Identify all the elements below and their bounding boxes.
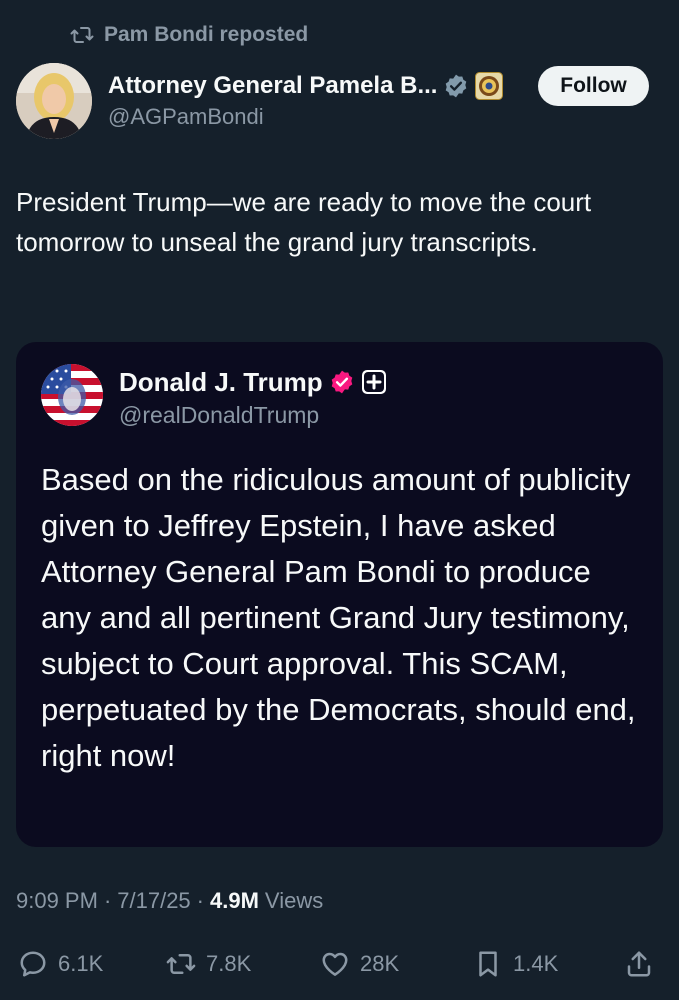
share-button[interactable] — [624, 940, 654, 988]
quoted-author-name[interactable]: Donald J. Trump — [119, 367, 323, 398]
verified-pink-badge-icon[interactable] — [329, 369, 355, 395]
author-name[interactable]: Attorney General Pamela B... — [108, 72, 437, 100]
author-avatar[interactable] — [16, 63, 92, 139]
bookmark-icon — [479, 951, 497, 977]
post-text: President Trump—we are ready to move the… — [16, 187, 592, 257]
flag-portrait-image — [41, 364, 103, 426]
follow-button[interactable]: Follow — [538, 66, 649, 106]
quoted-author-avatar[interactable] — [41, 364, 103, 426]
share-icon — [627, 951, 651, 977]
quoted-author: Donald J. Trump @realDonaldTrump — [119, 364, 387, 429]
meta-separator: · — [103, 888, 112, 913]
repost-icon — [166, 954, 196, 974]
repost-indicator[interactable]: Pam Bondi reposted — [70, 20, 308, 50]
doj-seal-icon[interactable] — [475, 72, 504, 100]
post-time[interactable]: 9:09 PM — [16, 888, 98, 914]
like-button[interactable]: 28K — [320, 940, 399, 988]
views-count: 4.9M — [210, 888, 259, 913]
quoted-post[interactable]: Donald J. Trump @realDonaldTrump Based o… — [16, 342, 663, 847]
quoted-author-handle[interactable]: @realDonaldTrump — [119, 402, 387, 429]
post-author: Attorney General Pamela B... @AGPamBondi — [108, 70, 528, 130]
like-count: 28K — [360, 951, 400, 976]
post-metadata: 9:09 PM · 7/17/25 · 4.9M Views — [16, 888, 323, 914]
avatar-image — [16, 63, 92, 139]
affiliate-plus-badge-icon[interactable] — [361, 369, 387, 395]
author-handle[interactable]: @AGPamBondi — [108, 104, 528, 130]
bookmark-count: 1.4K — [513, 951, 559, 976]
repost-icon — [70, 27, 94, 43]
reply-icon — [20, 951, 46, 977]
heart-icon — [322, 952, 348, 976]
reply-count: 6.1K — [58, 951, 104, 976]
post-date[interactable]: 7/17/25 — [117, 888, 190, 914]
verified-grey-badge-icon[interactable] — [443, 73, 469, 99]
repost-count: 7.8K — [206, 951, 252, 976]
reply-button[interactable]: 6.1K — [18, 940, 103, 988]
views-label: Views — [264, 888, 324, 913]
action-bar: 6.1K 7.8K 28K 1.4K — [0, 940, 679, 988]
bookmark-button[interactable]: 1.4K — [473, 940, 558, 988]
repost-label: Pam Bondi reposted — [104, 23, 309, 46]
quoted-post-text: Based on the ridiculous amount of public… — [41, 462, 636, 773]
meta-separator: · — [196, 888, 204, 913]
repost-button[interactable]: 7.8K — [166, 940, 251, 988]
